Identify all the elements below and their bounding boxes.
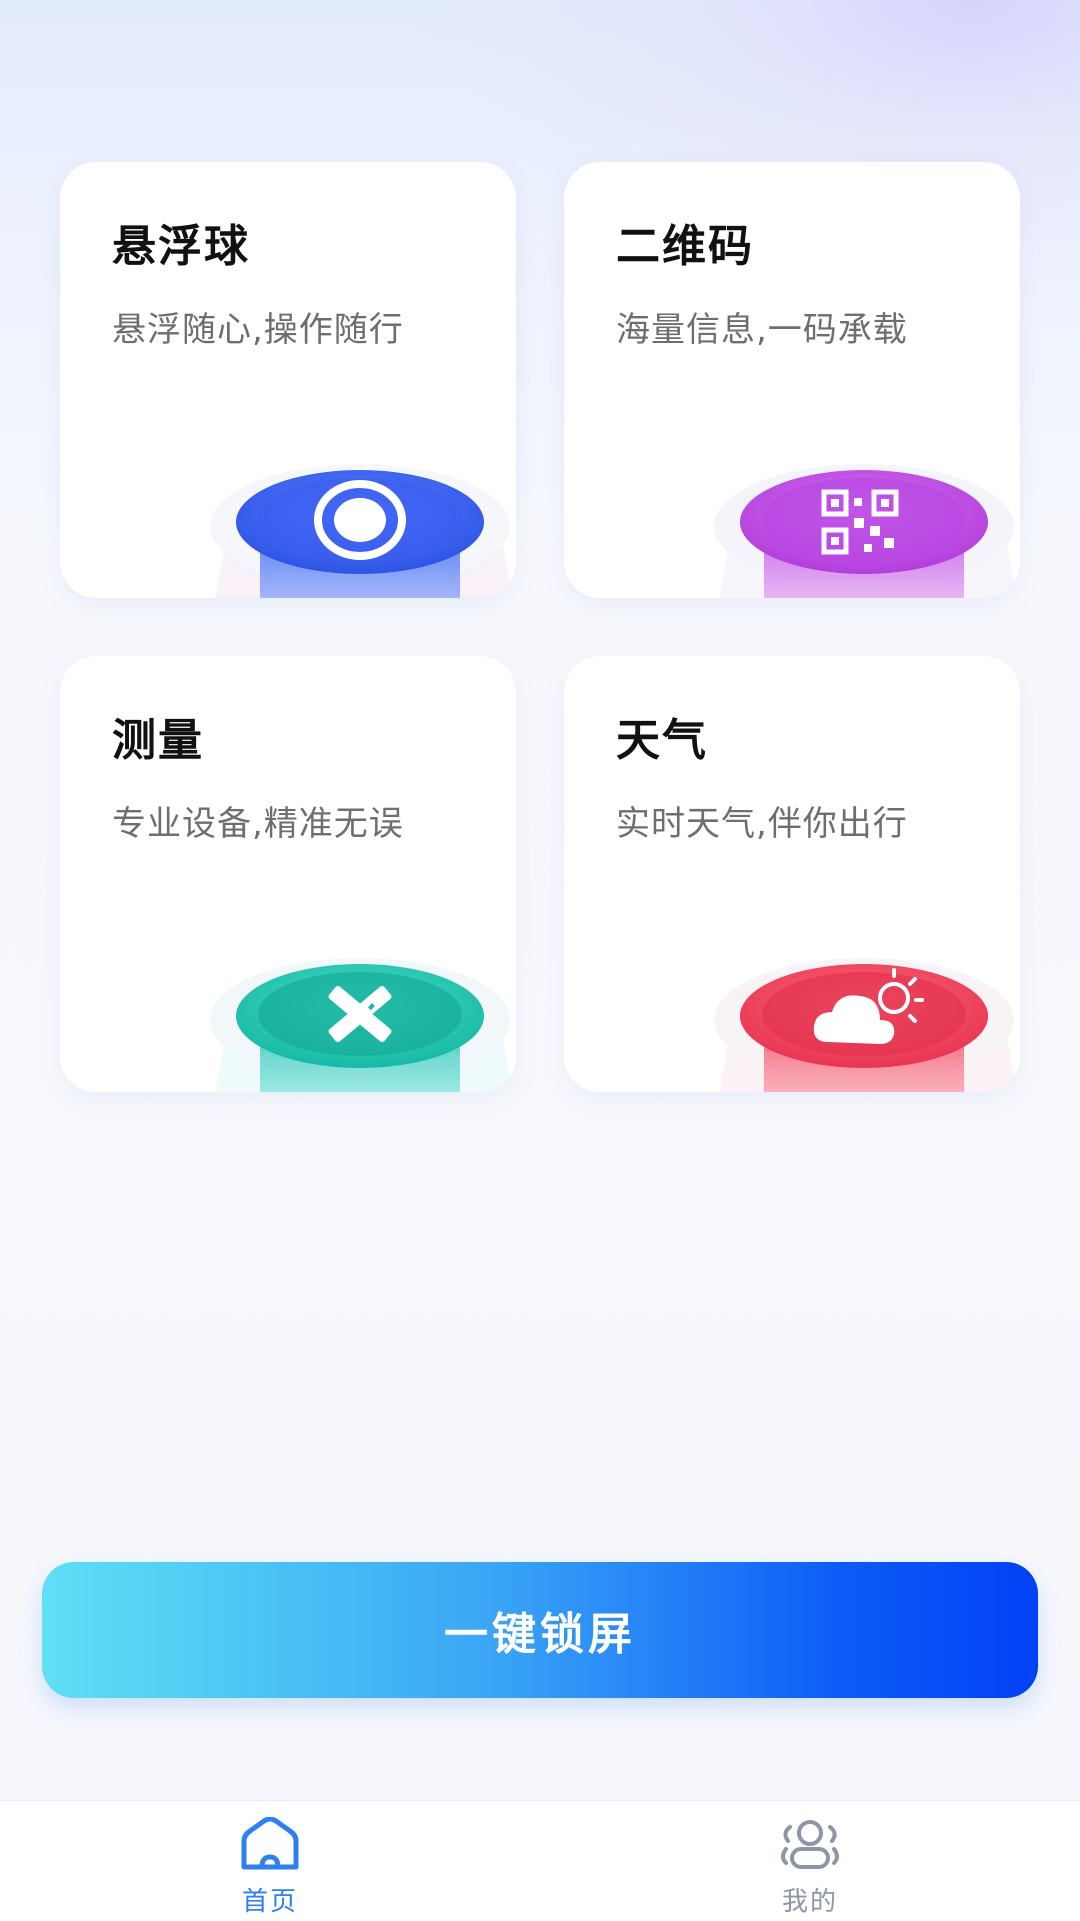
floating-ball-card[interactable]: 悬浮球 悬浮随心,操作随行 [60,162,516,598]
card-subtitle: 专业设备,精准无误 [112,804,404,844]
tab-home-label: 首页 [241,1887,298,1917]
tab-home[interactable]: 首页 [170,1801,370,1921]
weather-card[interactable]: 天气 实时天气,伴你出行 [564,656,1020,1092]
card-subtitle: 实时天气,伴你出行 [616,804,908,844]
one-key-lock-label: 一键锁屏 [444,1609,636,1660]
tab-profile[interactable]: 我的 [710,1801,910,1921]
card-title: 测量 [112,715,204,766]
tab-profile-label: 我的 [781,1887,838,1917]
card-subtitle: 悬浮随心,操作随行 [112,310,404,350]
qr-code-card[interactable]: 二维码 海量信息,一码承载 [564,162,1020,598]
home-icon [238,1817,302,1873]
card-subtitle: 海量信息,一码承载 [616,310,908,350]
card-title: 悬浮球 [112,221,250,272]
card-title: 二维码 [616,221,754,272]
measure-card[interactable]: 测量 专业设备,精准无误 [60,656,516,1092]
profile-icon [778,1817,842,1873]
one-key-lock-button[interactable]: 一键锁屏 [42,1562,1038,1698]
qr-code-pedestal [704,398,1020,598]
bottom-tab-bar: 首页 我的 [0,1800,1080,1921]
card-title: 天气 [616,715,708,766]
floating-ball-pedestal [200,398,516,598]
measure-pedestal [200,892,516,1092]
weather-pedestal [704,892,1020,1092]
